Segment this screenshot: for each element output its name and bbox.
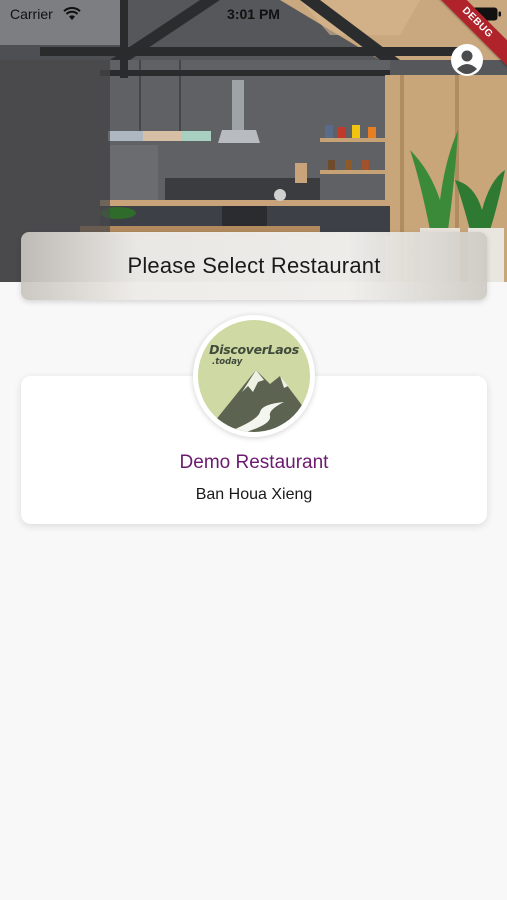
profile-button[interactable] <box>450 43 484 77</box>
page-title: Please Select Restaurant <box>127 253 381 278</box>
restaurant-logo[interactable]: DiscoverLaos .today <box>193 315 315 437</box>
status-time: 3:01 PM <box>227 6 280 22</box>
restaurant-logo-image: DiscoverLaos .today <box>198 320 310 432</box>
mountain-icon <box>206 370 310 432</box>
account-circle-icon <box>451 44 483 76</box>
status-bar: Carrier 3:01 PM <box>0 0 507 28</box>
logo-brand-text: DiscoverLaos <box>209 342 299 357</box>
page-title-bar: Please Select Restaurant <box>21 232 487 300</box>
restaurant-address: Ban Houa Xieng <box>195 486 313 503</box>
logo-sub-text: .today <box>212 357 243 367</box>
restaurant-name: Demo Restaurant <box>179 452 329 473</box>
